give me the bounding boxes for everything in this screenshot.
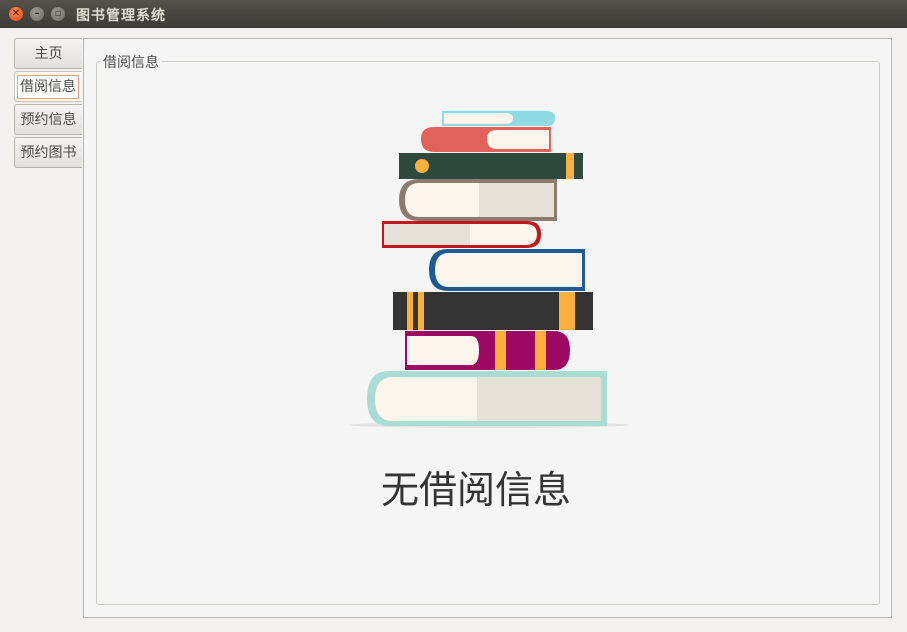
tab-borrow-info[interactable]: 借阅信息	[14, 71, 82, 102]
close-window-button[interactable]: ✕	[9, 7, 23, 21]
tab-home[interactable]: 主页	[14, 38, 82, 69]
empty-state-message: 无借阅信息	[380, 468, 571, 512]
main-content: 主页 借阅信息 预约信息 预约图书 借阅信息 无借阅信息	[0, 28, 907, 632]
tab-label: 预约图书	[20, 145, 77, 161]
tab-panel: 借阅信息 无借阅信息	[83, 38, 892, 618]
tab-label: 预约信息	[20, 112, 77, 128]
title-bar: ✕ – ▫ 图书管理系统	[0, 0, 907, 28]
tab-reserve-book[interactable]: 预约图书	[14, 137, 82, 168]
book-stack-icon	[349, 111, 629, 428]
window-title: 图书管理系统	[76, 8, 166, 24]
minimize-window-button[interactable]: –	[30, 7, 44, 21]
maximize-window-button[interactable]: ▫	[51, 7, 65, 21]
app-window: ✕ – ▫ 图书管理系统 主页 借阅信息 预约信息 预约图书 借阅信息 无借阅信…	[0, 0, 907, 632]
tab-reservation-info[interactable]: 预约信息	[14, 104, 82, 135]
tab-label: 主页	[34, 46, 63, 62]
group-title: 借阅信息	[100, 52, 162, 72]
tab-label: 借阅信息	[17, 75, 79, 99]
